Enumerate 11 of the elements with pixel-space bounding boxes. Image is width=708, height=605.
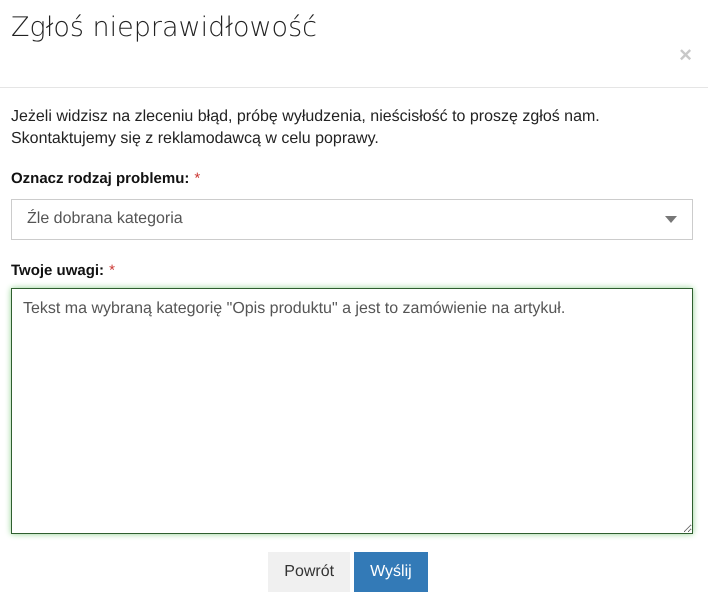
send-button[interactable]: Wyślij: [354, 552, 428, 592]
problem-type-select[interactable]: Źle dobrana kategoria: [11, 198, 693, 240]
caret-icon: [665, 216, 677, 222]
dialog-title: Zgłoś nieprawidłowość: [11, 11, 317, 45]
intro-text: Jeżeli widzisz na zleceniu błąd, próbę wyłudzenia, nieścisłość to proszę zgłoś nam. Skontaktujemy się z reklamodawcą w celu poprawy.: [11, 107, 601, 149]
remarks-field[interactable]: Tekst ma wybraną kategorię "Opis produktu" a jest to zamówienie na artykuł.: [11, 288, 693, 534]
field-label: Oznacz rodzaj problemu:: [11, 169, 190, 189]
required-mark: *: [194, 169, 200, 189]
field-label: Twoje uwagi:: [11, 260, 104, 280]
required-mark: *: [109, 260, 115, 280]
back-button[interactable]: Powrót: [268, 552, 350, 592]
